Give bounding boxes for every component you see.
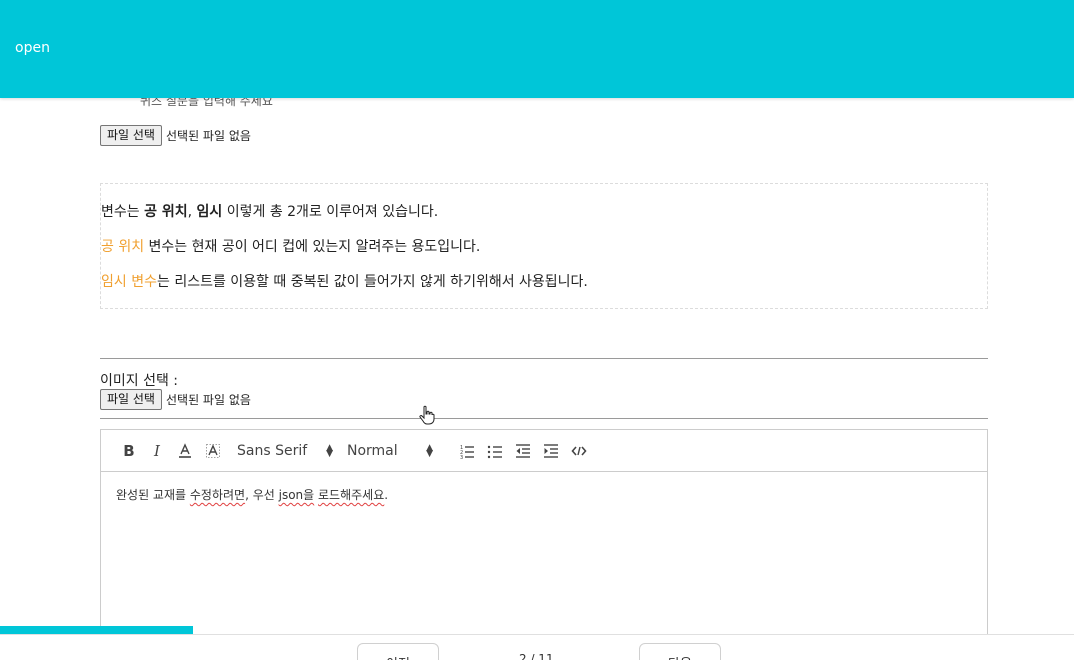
- file-input-row: 파일 선택 선택된 파일 없음: [100, 125, 251, 146]
- italic-button[interactable]: I: [143, 439, 171, 463]
- progress-fill: [0, 626, 194, 634]
- variable-info-box: 변수는 공 위치, 임시 이렇게 총 2개로 이루어져 있습니다. 공 위치 변…: [100, 183, 988, 309]
- image-file-input-row: 파일 선택 선택된 파일 없음: [100, 389, 251, 410]
- app-header: open: [0, 0, 1074, 98]
- indent-icon[interactable]: [537, 439, 565, 463]
- hand-pointer-icon: [419, 405, 435, 425]
- font-family-select[interactable]: Sans Serif ▲ ▼: [237, 443, 333, 459]
- open-button[interactable]: open: [15, 40, 50, 56]
- code-block-icon[interactable]: [565, 439, 593, 463]
- chevron-updown-icon: ▲ ▼: [426, 442, 433, 459]
- info-line-3: 임시 변수는 리스트를 이용할 때 중복된 값이 들어가지 않게 하기위해서 사…: [101, 274, 588, 290]
- ordered-list-icon[interactable]: 123: [453, 439, 481, 463]
- chevron-updown-icon: ▲ ▼: [326, 442, 333, 459]
- editor-content-area[interactable]: 완성된 교재를 수정하려면, 우선 json을 로드해주세요.: [101, 472, 987, 517]
- svg-text:3: 3: [460, 455, 463, 459]
- image-select-label: 이미지 선택 :: [100, 373, 179, 389]
- footer-nav: 이전 2 / 11 다음: [0, 634, 1074, 660]
- image-file-select-button[interactable]: 파일 선택: [100, 389, 162, 410]
- divider: [100, 418, 988, 419]
- file-select-button[interactable]: 파일 선택: [100, 125, 162, 146]
- bold-button[interactable]: B: [115, 439, 143, 463]
- next-button[interactable]: 다음: [639, 643, 721, 660]
- var-temp: 임시: [196, 204, 223, 220]
- divider: [100, 358, 988, 359]
- var-ball-position-highlight: 공 위치: [101, 239, 145, 255]
- text-color-icon[interactable]: [171, 439, 199, 463]
- background-color-icon[interactable]: [199, 439, 227, 463]
- file-status-text: 선택된 파일 없음: [165, 129, 251, 143]
- prev-button[interactable]: 이전: [357, 643, 439, 660]
- info-line-2: 공 위치 변수는 현재 공이 어디 컵에 있는지 알려주는 용도입니다.: [101, 239, 481, 255]
- var-ball-position: 공 위치: [144, 204, 188, 220]
- info-line-1: 변수는 공 위치, 임시 이렇게 총 2개로 이루어져 있습니다.: [101, 204, 439, 220]
- progress-bar: [0, 626, 1074, 634]
- editor-toolbar: B I Sans Serif ▲ ▼ Normal ▲ ▼ 123: [101, 430, 987, 472]
- font-size-select[interactable]: Normal ▲ ▼: [347, 443, 433, 459]
- image-file-status-text: 선택된 파일 없음: [165, 393, 251, 407]
- page-indicator: 2 / 11: [519, 652, 554, 660]
- outdent-icon[interactable]: [509, 439, 537, 463]
- var-temp-highlight: 임시 변수: [101, 274, 157, 290]
- bullet-list-icon[interactable]: [481, 439, 509, 463]
